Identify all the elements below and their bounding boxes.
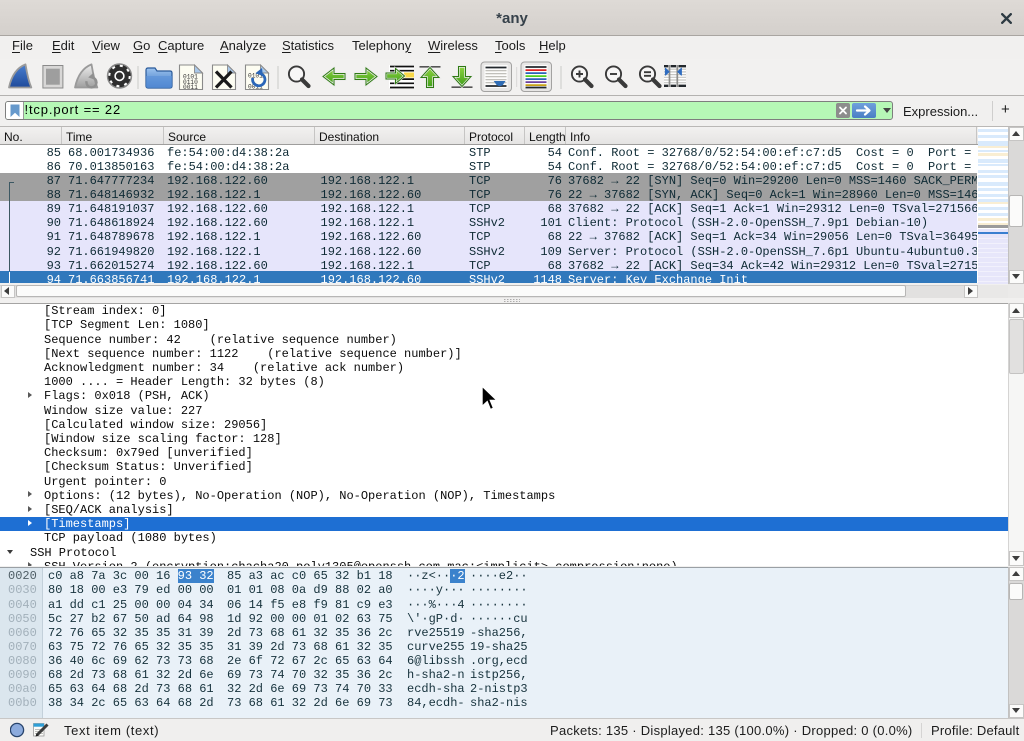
- svg-text:0011: 0011: [183, 84, 198, 91]
